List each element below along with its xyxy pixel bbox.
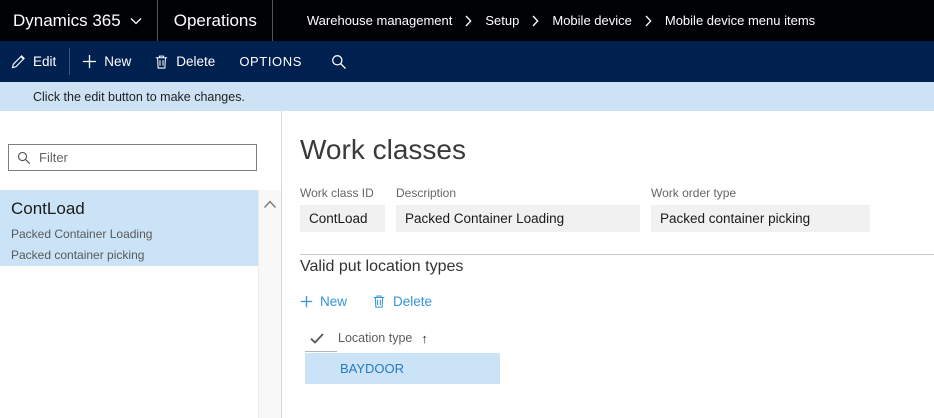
field-value[interactable]: Packed Container Loading xyxy=(396,205,640,232)
pencil-icon xyxy=(11,54,26,69)
top-navigation-bar: Dynamics 365 Operations Warehouse manage… xyxy=(0,0,934,41)
edit-button[interactable]: Edit xyxy=(11,54,56,69)
chevron-up-icon[interactable] xyxy=(263,200,277,209)
grid-new-button-label: New xyxy=(320,294,347,309)
notification-bar: Click the edit button to make changes. xyxy=(0,82,934,111)
chevron-down-icon[interactable] xyxy=(130,17,142,25)
check-column-underline xyxy=(305,351,337,352)
page-title: Work classes xyxy=(300,131,466,169)
new-button-label: New xyxy=(104,54,131,69)
options-menu-button[interactable]: OPTIONS xyxy=(239,54,302,69)
topbar-divider xyxy=(272,0,273,41)
list-item-id: ContLoad xyxy=(11,199,258,219)
sort-ascending-icon: ↑ xyxy=(421,331,428,346)
detail-panel: Work classes Work class ID ContLoad Desc… xyxy=(283,111,934,418)
column-header-label: Location type xyxy=(338,331,412,345)
list-item-contload-selected[interactable]: ContLoad Packed Container Loading Packed… xyxy=(0,190,258,266)
search-icon[interactable] xyxy=(331,54,347,70)
actionbar-divider xyxy=(69,48,70,75)
notification-message: Click the edit button to make changes. xyxy=(33,90,245,104)
grid-delete-button-label: Delete xyxy=(393,294,432,309)
search-icon xyxy=(17,151,31,165)
delete-button[interactable]: Delete xyxy=(154,54,215,69)
list-scrollbar[interactable] xyxy=(258,190,281,418)
grid-delete-button[interactable]: Delete xyxy=(372,294,432,309)
section-title: Valid put location types xyxy=(300,258,463,276)
field-description: Description Packed Container Loading xyxy=(396,186,640,232)
breadcrumb-item-setup[interactable]: Setup xyxy=(485,13,519,28)
grid-header: Location type ↑ xyxy=(310,327,428,349)
grid-new-button[interactable]: New xyxy=(300,294,347,309)
trash-icon xyxy=(154,54,169,69)
content-area: ContLoad Packed Container Loading Packed… xyxy=(0,111,934,418)
section-toolbar: New Delete xyxy=(300,291,432,311)
breadcrumb-item-mobile-device-menu-items[interactable]: Mobile device menu items xyxy=(665,13,815,28)
action-bar: Edit New Delete OPTIONS xyxy=(0,41,934,82)
trash-icon xyxy=(372,294,386,308)
breadcrumb-separator-icon xyxy=(645,15,652,27)
field-label: Description xyxy=(396,186,640,200)
breadcrumb-item-mobile-device[interactable]: Mobile device xyxy=(552,13,632,28)
plus-icon xyxy=(82,54,97,69)
delete-button-label: Delete xyxy=(176,54,215,69)
field-work-order-type: Work order type Packed container picking xyxy=(651,186,870,232)
column-header-location-type[interactable]: Location type ↑ xyxy=(338,331,428,346)
breadcrumb-separator-icon xyxy=(532,15,539,27)
filter-input[interactable] xyxy=(39,150,256,165)
breadcrumb-separator-icon xyxy=(465,15,472,27)
record-list-panel: ContLoad Packed Container Loading Packed… xyxy=(0,111,282,418)
plus-icon xyxy=(300,295,313,308)
section-divider xyxy=(300,254,934,255)
location-type-cell: BAYDOOR xyxy=(340,353,500,384)
breadcrumb: Warehouse management Setup Mobile device… xyxy=(307,13,815,28)
product-name[interactable]: Dynamics 365 xyxy=(13,11,121,31)
app-window: Dynamics 365 Operations Warehouse manage… xyxy=(0,0,934,418)
new-button[interactable]: New xyxy=(82,54,131,69)
app-name[interactable]: Operations xyxy=(174,11,257,31)
field-value[interactable]: ContLoad xyxy=(300,205,385,232)
list-item-line2: Packed container picking xyxy=(11,248,258,262)
field-label: Work order type xyxy=(651,186,870,200)
field-work-class-id: Work class ID ContLoad xyxy=(300,186,385,232)
grid-row-baydoor[interactable]: BAYDOOR xyxy=(305,353,500,384)
topbar-divider xyxy=(157,0,158,41)
list-item-line1: Packed Container Loading xyxy=(11,227,258,241)
edit-button-label: Edit xyxy=(33,54,56,69)
select-all-checkmark-icon[interactable] xyxy=(310,333,324,344)
filter-box xyxy=(8,144,257,171)
field-label: Work class ID xyxy=(300,186,385,200)
header-fields: Work class ID ContLoad Description Packe… xyxy=(283,186,934,248)
breadcrumb-item-warehouse-management[interactable]: Warehouse management xyxy=(307,13,453,28)
field-value[interactable]: Packed container picking xyxy=(651,205,870,232)
